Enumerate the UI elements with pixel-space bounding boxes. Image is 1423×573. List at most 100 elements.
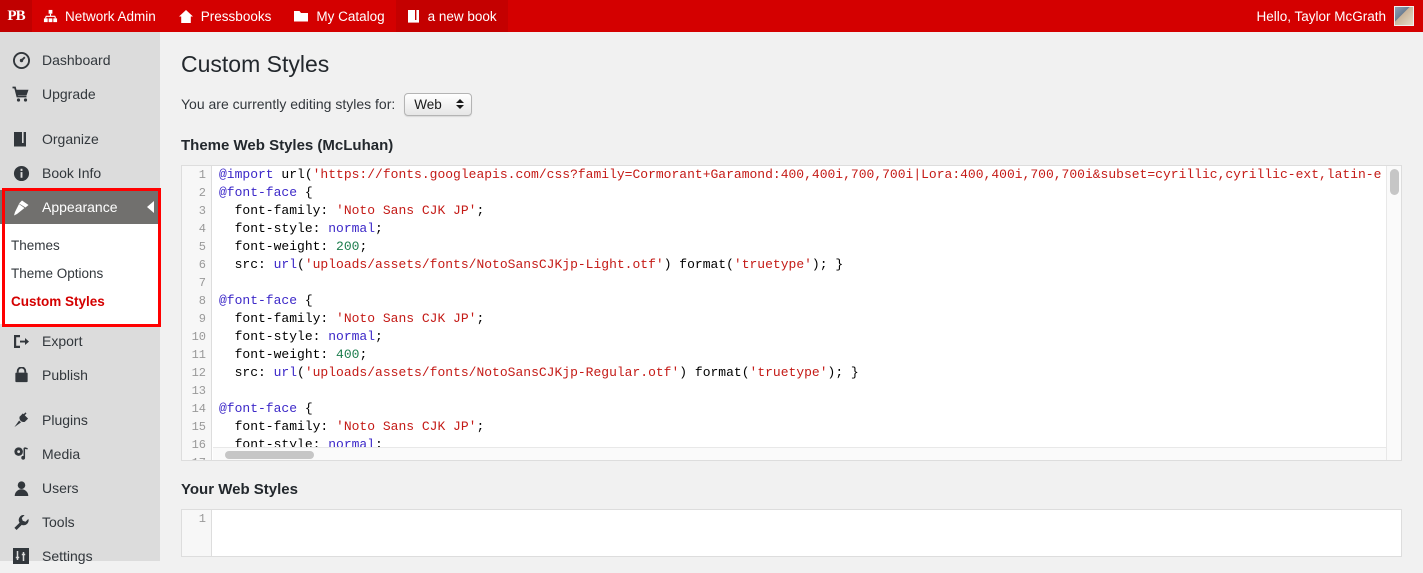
home-icon: [178, 9, 194, 24]
sidebar-item-settings[interactable]: Settings: [0, 539, 160, 573]
code-line: src: url('uploads/assets/fonts/NotoSansC…: [219, 256, 844, 272]
editing-label: You are currently editing styles for:: [181, 96, 396, 113]
theme-editor-vertical-scrollbar[interactable]: [1386, 165, 1401, 460]
theme-editor-code[interactable]: @import url('https://fonts.googleapis.co…: [213, 166, 1401, 460]
scrollbar-thumb[interactable]: [225, 450, 314, 459]
brush-icon: [11, 197, 31, 217]
page-title: Custom Styles: [181, 51, 330, 77]
adminbar-label: My Catalog: [316, 8, 385, 24]
submenu-item-custom-styles[interactable]: Custom Styles: [0, 287, 160, 315]
pressbooks-logo[interactable]: PB: [0, 0, 32, 32]
admin-bar: PB Network Admin Pressbooks My Catalog a…: [0, 0, 1423, 32]
sidebar-item-label: Upgrade: [42, 86, 96, 102]
user-icon: [11, 478, 31, 498]
line-number: 9: [198, 311, 206, 326]
sidebar-item-organize[interactable]: Organize: [0, 122, 160, 156]
your-editor-code[interactable]: [213, 510, 1401, 556]
sidebar-item-label: Appearance: [42, 199, 118, 215]
sidebar-item-appearance[interactable]: Appearance: [0, 190, 160, 224]
line-number: 13: [191, 383, 206, 398]
line-number: 17: [182, 454, 211, 460]
sidebar-item-label: Tools: [42, 514, 75, 530]
style-target-value: Web: [414, 96, 442, 112]
code-line: @font-face {: [219, 292, 313, 308]
settings-icon: [11, 546, 31, 566]
sidebar-item-tools[interactable]: Tools: [0, 505, 160, 539]
chevron-updown-icon: [456, 99, 465, 110]
sidebar-item-label: Dashboard: [42, 52, 111, 68]
code-line: src: url('uploads/assets/fonts/NotoSansC…: [219, 364, 859, 380]
code-line: font-style: normal;: [219, 328, 383, 344]
sidebar-item-media[interactable]: Media: [0, 437, 160, 471]
submenu-item-themes[interactable]: Themes: [0, 231, 160, 259]
sidebar-item-book-info[interactable]: Book Info: [0, 156, 160, 190]
main-content: Custom Styles You are currently editing …: [160, 32, 1423, 561]
theme-editor-horizontal-scrollbar[interactable]: [213, 446, 1386, 460]
code-line: font-weight: 400;: [219, 346, 368, 362]
sidebar-item-publish[interactable]: Publish: [0, 358, 160, 392]
sidebar-item-label: Media: [42, 446, 81, 462]
line-number: 4: [198, 221, 206, 236]
line-number: 6: [198, 257, 206, 272]
book-icon: [11, 129, 31, 149]
sidebar-item-label: Plugins: [42, 412, 88, 428]
adminbar-item-pressbooks[interactable]: Pressbooks: [167, 0, 283, 32]
adminbar-item-my-catalog[interactable]: My Catalog: [282, 0, 395, 32]
line-number: 16: [191, 437, 206, 452]
line-number: 1: [198, 511, 206, 526]
code-line: font-family: 'Noto Sans CJK JP';: [219, 202, 485, 218]
adminbar-item-a-new-book[interactable]: a new book: [395, 0, 508, 32]
line-number: 5: [198, 239, 206, 254]
plug-icon: [11, 410, 31, 430]
media-icon: [11, 444, 31, 464]
sidebar-item-plugins[interactable]: Plugins: [0, 403, 160, 437]
submenu-item-theme-options[interactable]: Theme Options: [0, 259, 160, 287]
line-number: 11: [191, 347, 206, 362]
code-line: font-family: 'Noto Sans CJK JP';: [219, 418, 485, 434]
adminbar-item-network-admin[interactable]: Network Admin: [32, 0, 167, 32]
greeting-text: Hello, Taylor McGrath: [1256, 8, 1386, 24]
sidebar-item-label: Organize: [42, 131, 99, 147]
sidebar-item-users[interactable]: Users: [0, 471, 160, 505]
line-number: 10: [191, 329, 206, 344]
style-target-select[interactable]: Web: [404, 92, 473, 116]
adminbar-label: Pressbooks: [200, 8, 272, 24]
chevron-left-icon: [147, 201, 154, 213]
line-number: 3: [198, 203, 206, 218]
code-line: font-family: 'Noto Sans CJK JP';: [219, 310, 485, 326]
your-editor-gutter: 1: [182, 509, 212, 556]
sidebar-item-dashboard[interactable]: Dashboard: [0, 43, 160, 77]
admin-sidebar: Dashboard Upgrade Organize Book Info App…: [0, 32, 160, 564]
line-number: 15: [191, 419, 206, 434]
appearance-submenu: Themes Theme Options Custom Styles: [0, 224, 160, 324]
info-icon: [11, 163, 31, 183]
theme-styles-editor[interactable]: 1234567891011121314151617 @import url('h…: [181, 164, 1402, 461]
wrench-icon: [11, 512, 31, 532]
cart-icon: [11, 84, 31, 104]
scrollbar-thumb[interactable]: [1390, 168, 1399, 195]
line-number: 14: [191, 401, 206, 416]
line-number: 8: [198, 293, 206, 308]
theme-styles-heading: Theme Web Styles (McLuhan): [181, 136, 394, 154]
sidebar-item-label: Settings: [42, 548, 93, 564]
submenu-label: Theme Options: [11, 265, 104, 281]
sidebar-item-export[interactable]: Export: [0, 324, 160, 358]
avatar[interactable]: [1394, 6, 1414, 26]
line-number: 7: [198, 275, 206, 290]
submenu-label: Themes: [11, 237, 60, 253]
sidebar-item-upgrade[interactable]: Upgrade: [0, 77, 160, 111]
network-icon: [43, 9, 58, 24]
adminbar-account[interactable]: Hello, Taylor McGrath: [1256, 6, 1423, 26]
your-styles-heading: Your Web Styles: [181, 480, 298, 498]
code-line: @font-face {: [219, 400, 313, 416]
code-line: font-style: normal;: [219, 220, 383, 236]
your-styles-editor[interactable]: 1: [181, 508, 1402, 557]
submenu-label: Custom Styles: [11, 293, 105, 309]
code-line: @font-face {: [219, 184, 313, 200]
code-line: @import url('https://fonts.googleapis.co…: [219, 166, 1382, 182]
